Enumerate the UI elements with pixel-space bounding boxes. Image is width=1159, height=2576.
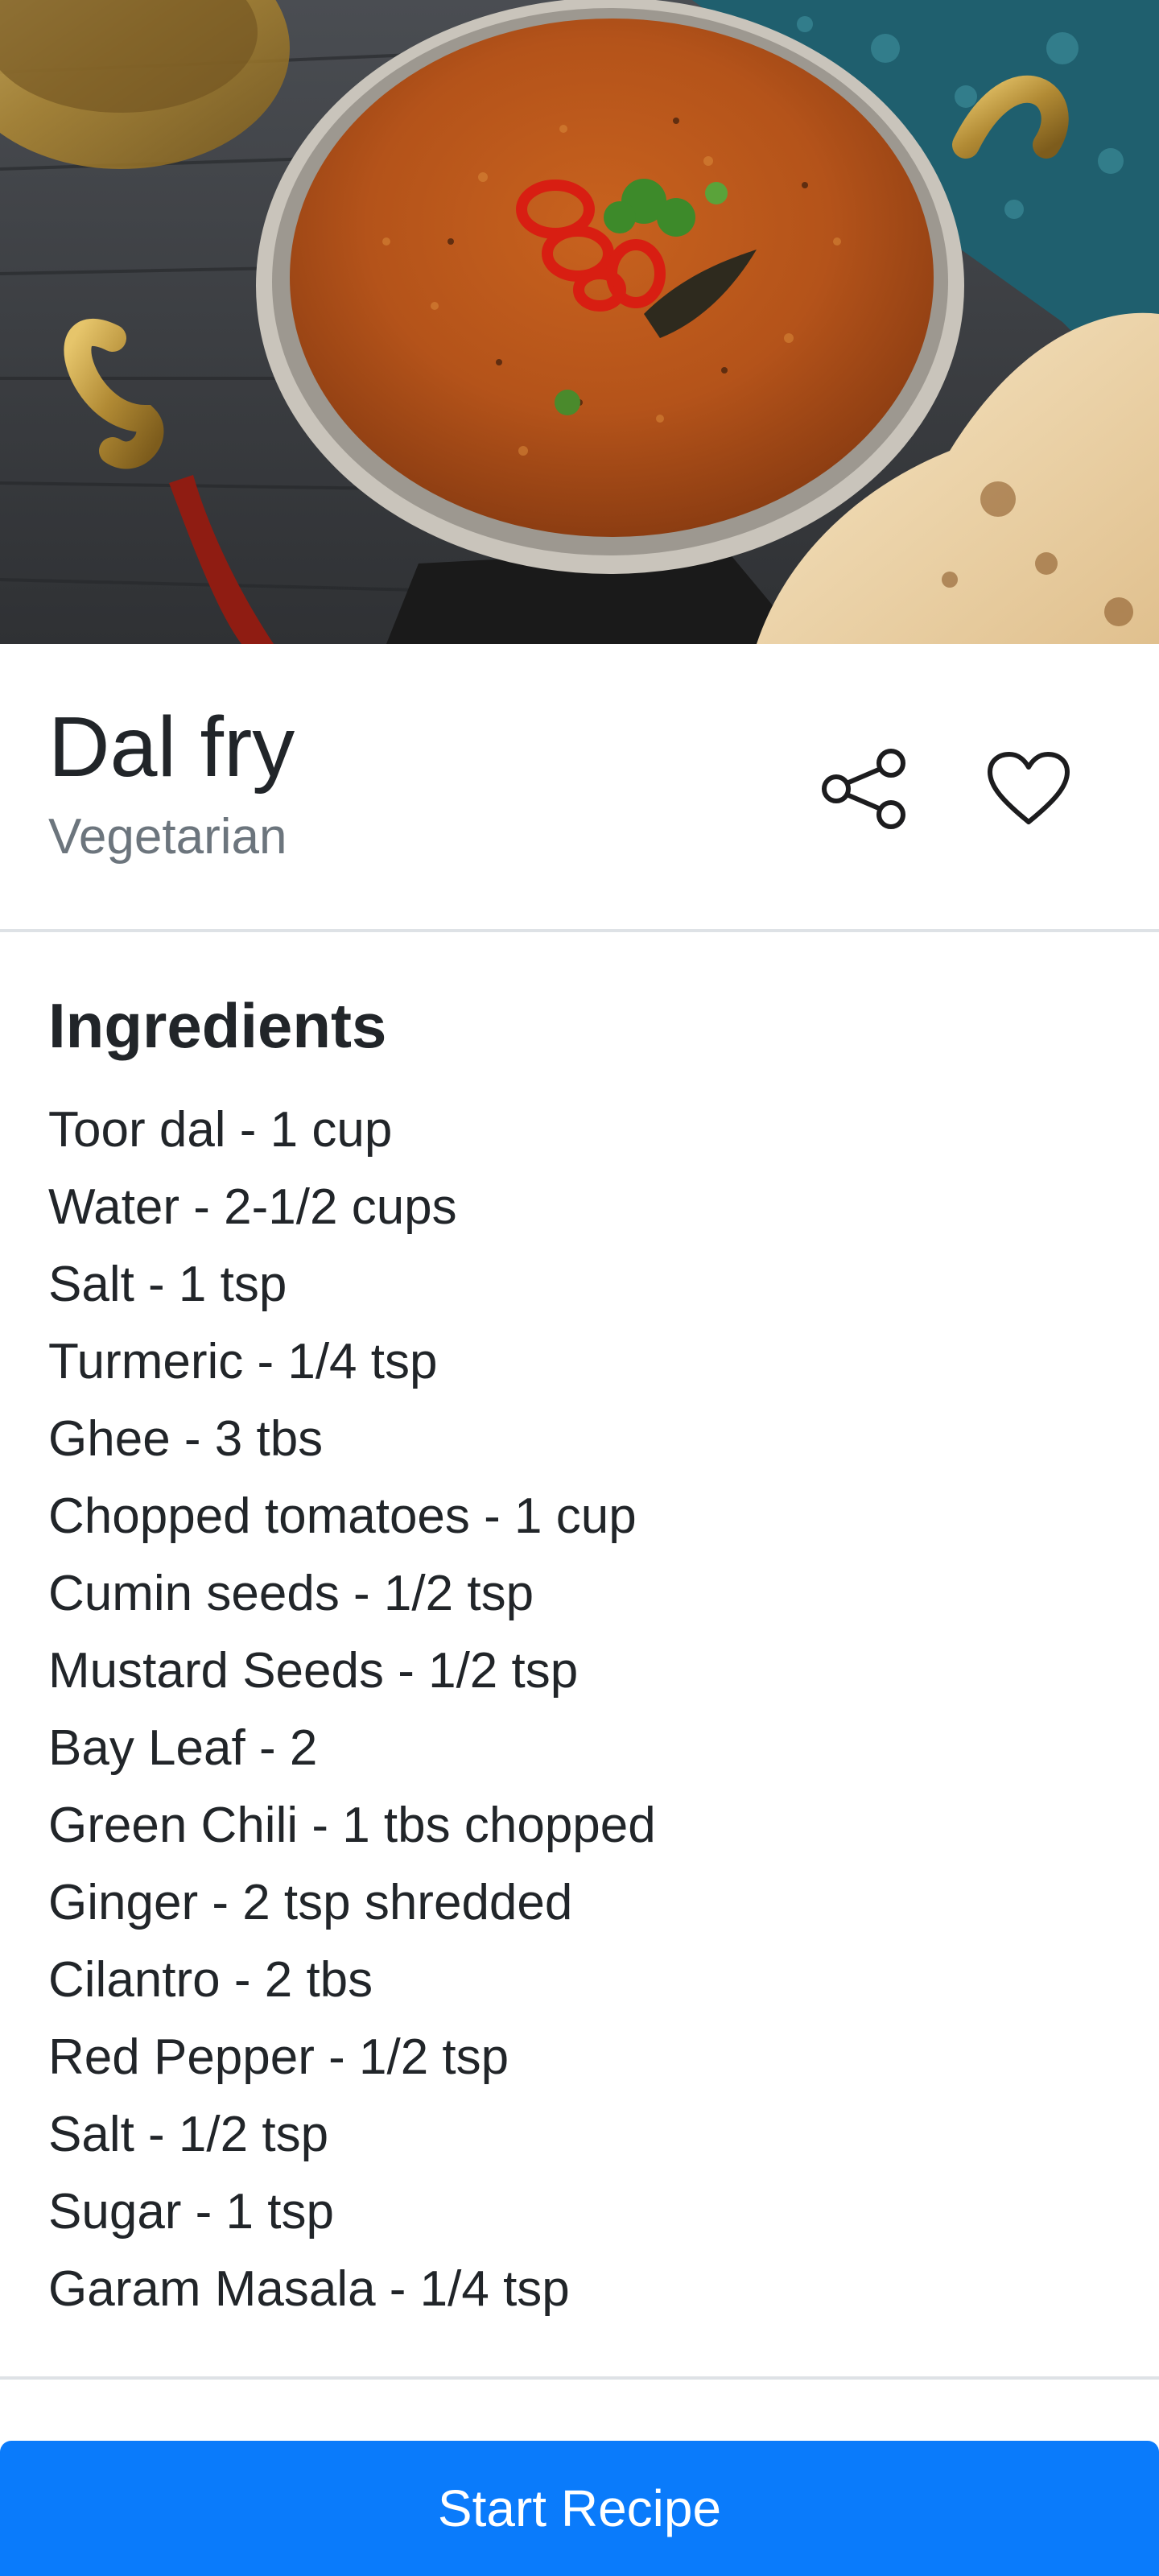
- share-button[interactable]: [808, 733, 921, 845]
- recipe-hero-image: [0, 0, 1159, 644]
- ingredient-item: Water - 2-1/2 cups: [48, 1179, 457, 1235]
- ingredient-item: Toor dal - 1 cup: [48, 1102, 393, 1158]
- start-recipe-button[interactable]: Start Recipe: [0, 2441, 1159, 2576]
- ingredient-item: Mustard Seeds - 1/2 tsp: [48, 1643, 579, 1699]
- ingredient-item: Green Chili - 1 tbs chopped: [48, 1798, 656, 1853]
- ingredients-section: Ingredients Toor dal - 1 cup Water - 2-1…: [0, 934, 1159, 2380]
- ingredients-heading: Ingredients: [48, 990, 387, 1061]
- recipe-header: Dal fry Vegetarian: [0, 644, 1159, 932]
- ingredient-item: Cilantro - 2 tbs: [48, 1952, 373, 2008]
- ingredient-item: Salt - 1 tsp: [48, 1257, 287, 1312]
- ingredient-item: Cumin seeds - 1/2 tsp: [48, 1566, 534, 1621]
- ingredient-item: Salt - 1/2 tsp: [48, 2107, 329, 2162]
- share-icon: [822, 749, 905, 829]
- ingredient-list: Toor dal - 1 cup Water - 2-1/2 cups Salt…: [48, 1092, 656, 2328]
- recipe-category: Vegetarian: [48, 809, 287, 865]
- ingredient-item: Red Pepper - 1/2 tsp: [48, 2029, 509, 2085]
- ingredient-item: Garam Masala - 1/4 tsp: [48, 2261, 570, 2317]
- ingredient-item: Sugar - 1 tsp: [48, 2184, 334, 2240]
- ingredient-item: Ginger - 2 tsp shredded: [48, 1875, 573, 1930]
- favorite-button[interactable]: [972, 733, 1085, 845]
- ingredient-item: Ghee - 3 tbs: [48, 1411, 324, 1467]
- recipe-title: Dal fry: [48, 700, 295, 795]
- heart-outline-icon: [988, 752, 1070, 824]
- ingredient-item: Bay Leaf - 2: [48, 1720, 318, 1776]
- ingredient-item: Turmeric - 1/4 tsp: [48, 1334, 438, 1389]
- ingredient-item: Chopped tomatoes - 1 cup: [48, 1488, 637, 1544]
